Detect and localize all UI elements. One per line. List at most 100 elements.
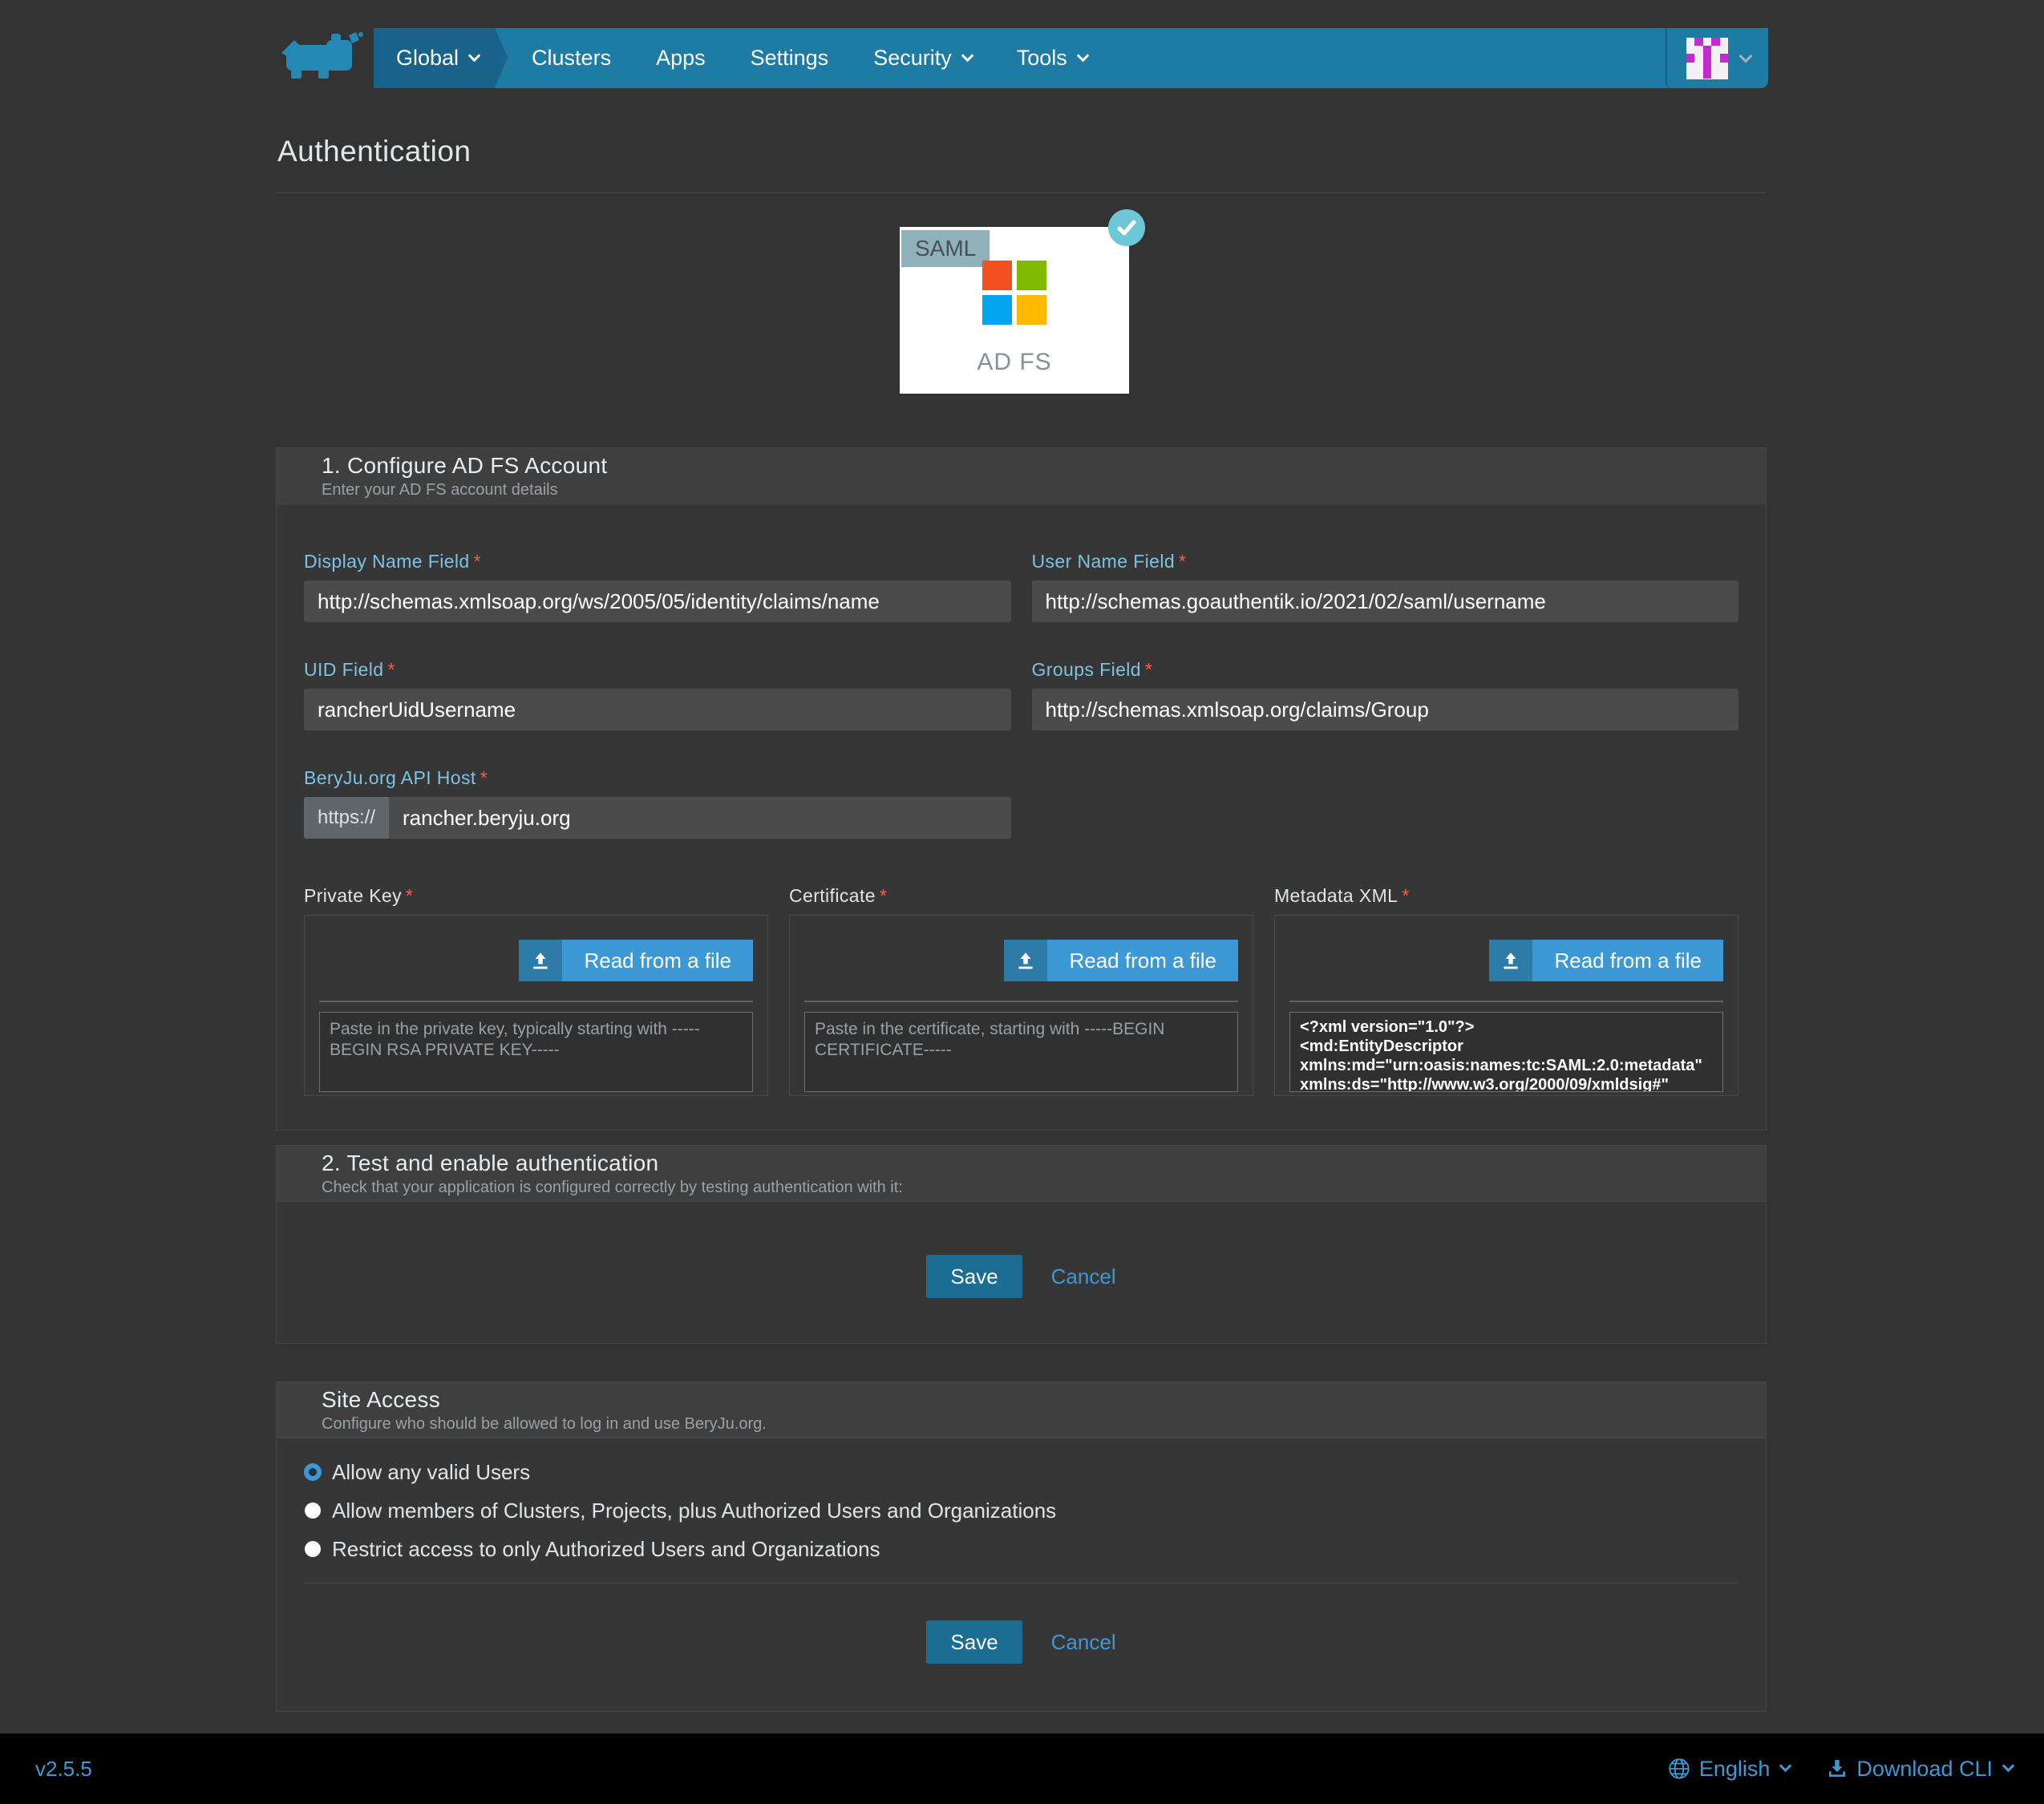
nav-item-security-label: Security — [873, 46, 952, 71]
radio-unselected-icon — [305, 1541, 321, 1557]
nav-item-global-label: Global — [396, 46, 459, 71]
panel-divider — [804, 1001, 1238, 1002]
chevron-down-icon — [1779, 1760, 1792, 1773]
chevron-down-icon — [1739, 49, 1753, 63]
user-menu-button[interactable] — [1666, 28, 1768, 88]
chevron-down-icon — [468, 50, 481, 63]
required-asterisk: * — [480, 767, 488, 788]
download-cli-button[interactable]: Download CLI — [1827, 1757, 2013, 1782]
section2-header: 2. Test and enable authentication Check … — [277, 1146, 1766, 1202]
site-access-cancel-link[interactable]: Cancel — [1051, 1630, 1116, 1655]
upload-icon — [519, 940, 562, 981]
rancher-cow-icon — [278, 32, 363, 82]
save-button[interactable]: Save — [926, 1255, 1022, 1298]
top-nav-bar: Global Clusters Apps Settings Security T… — [374, 28, 1768, 88]
page-title: Authentication — [277, 135, 472, 168]
metadata-xml-column: Metadata XML* Read from a file <?xml ver… — [1274, 885, 1738, 1096]
certificate-read-file-button[interactable]: Read from a file — [1004, 940, 1238, 981]
chevron-down-icon — [961, 50, 973, 63]
footer: v2.5.5 English Download CLI — [0, 1733, 2044, 1804]
site-access-subtitle: Configure who should be allowed to log i… — [322, 1415, 1766, 1434]
auth-provider-card-adfs[interactable]: SAML AD FS — [900, 227, 1129, 394]
groups-field-input[interactable]: http://schemas.xmlsoap.org/claims/Group — [1032, 689, 1739, 730]
metadata-xml-read-file-button[interactable]: Read from a file — [1489, 940, 1723, 981]
download-icon — [1827, 1758, 1848, 1779]
required-asterisk: * — [474, 551, 481, 572]
upload-icon — [1004, 940, 1047, 981]
api-host-field-label: BeryJu.org API Host* — [304, 767, 1011, 789]
radio-restrict-to-authorized[interactable]: Restrict access to only Authorized Users… — [304, 1536, 1738, 1562]
uid-field-input[interactable]: rancherUidUsername — [304, 689, 1011, 730]
nav-item-tools[interactable]: Tools — [994, 28, 1110, 88]
radio-allow-any-valid-users[interactable]: Allow any valid Users — [304, 1459, 1738, 1485]
private-key-label: Private Key* — [304, 885, 768, 907]
certificate-column: Certificate* Read from a file — [789, 885, 1253, 1096]
section2-title: 2. Test and enable authentication — [322, 1151, 1766, 1176]
site-access-save-button[interactable]: Save — [926, 1620, 1022, 1664]
section1-subtitle: Enter your AD FS account details — [322, 481, 1766, 500]
radio-allow-members-plus-authorized[interactable]: Allow members of Clusters, Projects, plu… — [304, 1498, 1738, 1523]
field-uid: UID Field* rancherUidUsername — [304, 659, 1011, 730]
required-asterisk: * — [387, 659, 395, 680]
nav-item-tools-label: Tools — [1017, 46, 1067, 71]
nav-item-settings-label: Settings — [751, 46, 829, 71]
selected-check-icon — [1108, 209, 1145, 246]
required-asterisk: * — [406, 885, 413, 906]
cancel-link[interactable]: Cancel — [1051, 1264, 1116, 1289]
required-asterisk: * — [1402, 885, 1409, 906]
display-name-field-label: Display Name Field* — [304, 551, 1011, 572]
field-user-name: User Name Field* http://schemas.goauthen… — [1032, 551, 1739, 622]
nav-item-global[interactable]: Global — [374, 28, 495, 88]
site-access-title: Site Access — [322, 1387, 1766, 1413]
version-link[interactable]: v2.5.5 — [35, 1733, 92, 1804]
nav-item-clusters[interactable]: Clusters — [509, 28, 633, 88]
uid-field-label: UID Field* — [304, 659, 1011, 681]
user-name-field-input[interactable]: http://schemas.goauthentik.io/2021/02/sa… — [1032, 580, 1739, 622]
radio-label: Allow members of Clusters, Projects, plu… — [332, 1499, 1056, 1523]
radio-selected-icon — [304, 1463, 322, 1481]
microsoft-logo-icon — [982, 261, 1046, 325]
nav-item-security[interactable]: Security — [851, 28, 994, 88]
display-name-field-input[interactable]: http://schemas.xmlsoap.org/ws/2005/05/id… — [304, 580, 1011, 622]
chevron-down-icon — [1076, 50, 1089, 63]
title-divider — [276, 192, 1767, 193]
metadata-xml-textarea[interactable]: <?xml version="1.0"?> <md:EntityDescript… — [1289, 1012, 1723, 1092]
globe-icon — [1668, 1757, 1690, 1780]
nav-spacer — [1110, 28, 1666, 88]
api-host-input[interactable]: rancher.beryju.org — [389, 797, 1011, 839]
certificate-label: Certificate* — [789, 885, 1253, 907]
nav-item-settings[interactable]: Settings — [728, 28, 852, 88]
section1-header: 1. Configure AD FS Account Enter your AD… — [277, 448, 1766, 504]
section-site-access: Site Access Configure who should be allo… — [276, 1381, 1767, 1712]
panel-divider — [319, 1001, 753, 1002]
certificate-panel: Read from a file — [789, 915, 1253, 1096]
nav-item-apps-label: Apps — [656, 46, 706, 71]
https-prefix-addon: https:// — [304, 797, 389, 839]
user-avatar — [1686, 38, 1728, 79]
radio-unselected-icon — [305, 1503, 321, 1519]
saml-badge: SAML — [901, 230, 990, 267]
certificate-textarea[interactable] — [804, 1012, 1238, 1092]
private-key-column: Private Key* Read from a file — [304, 885, 768, 1096]
language-label: English — [1699, 1757, 1771, 1782]
rancher-logo[interactable] — [278, 32, 363, 82]
section1-title: 1. Configure AD FS Account — [322, 453, 1766, 479]
private-key-read-file-button[interactable]: Read from a file — [519, 940, 753, 981]
site-access-header: Site Access Configure who should be allo… — [277, 1382, 1766, 1438]
read-file-button-label: Read from a file — [1047, 940, 1238, 981]
field-api-host: BeryJu.org API Host* https:// rancher.be… — [304, 767, 1011, 839]
field-groups: Groups Field* http://schemas.xmlsoap.org… — [1032, 659, 1739, 730]
required-asterisk: * — [1145, 659, 1152, 680]
radio-label: Allow any valid Users — [332, 1460, 530, 1485]
section2-subtitle: Check that your application is configure… — [322, 1179, 1766, 1197]
site-access-divider — [304, 1583, 1738, 1584]
language-selector[interactable]: English — [1668, 1757, 1791, 1782]
private-key-textarea[interactable] — [319, 1012, 753, 1092]
field-display-name: Display Name Field* http://schemas.xmlso… — [304, 551, 1011, 622]
nav-item-apps[interactable]: Apps — [633, 28, 728, 88]
download-cli-label: Download CLI — [1856, 1757, 1993, 1782]
provider-name: AD FS — [900, 349, 1129, 376]
nav-item-clusters-label: Clusters — [532, 46, 611, 71]
chevron-down-icon — [2002, 1760, 2015, 1773]
upload-icon — [1489, 940, 1532, 981]
